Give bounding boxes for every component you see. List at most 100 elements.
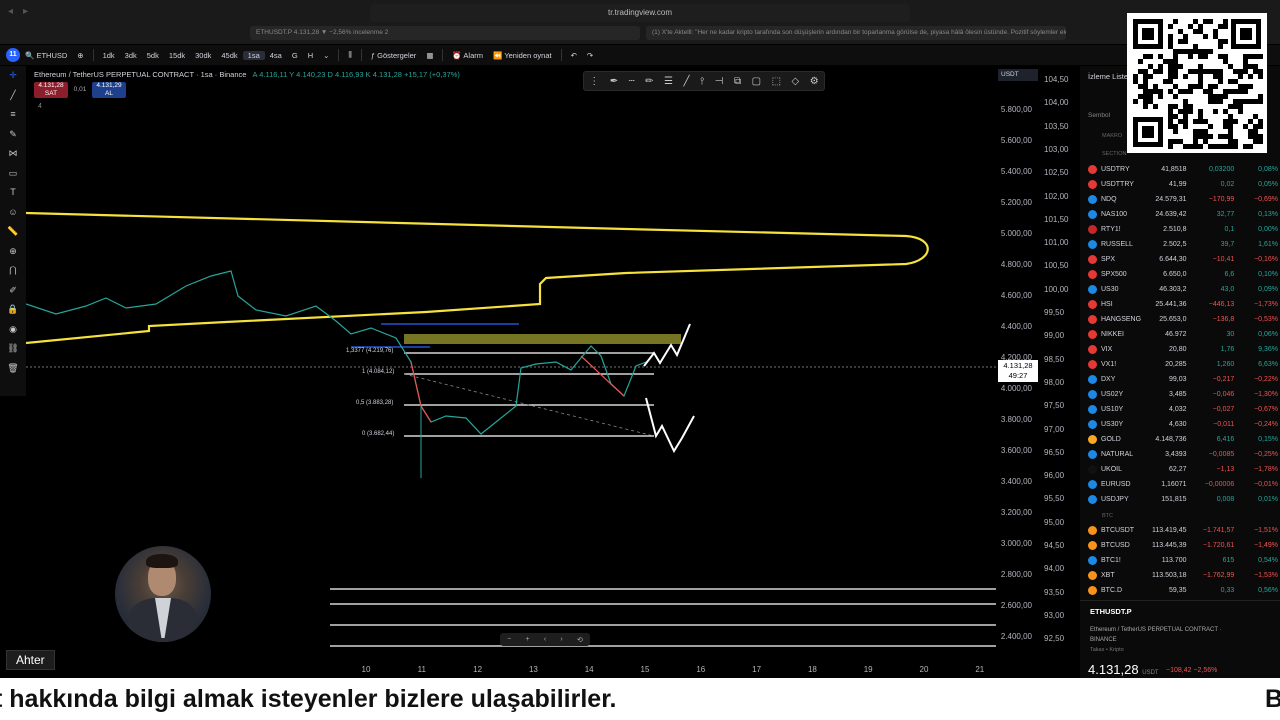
- browser-tab-tradingview[interactable]: ETHUSDT.P 4.131,28 ▼ −2,56% incelenme 2: [250, 26, 640, 40]
- line-icon[interactable]: ╱: [683, 76, 689, 87]
- watchlist-row[interactable]: BTCUSDT 113.419,45 −1.741,57 −1,51%: [1082, 523, 1278, 538]
- watchlist-row[interactable]: US30Y 4,630 −0,011 −0,24%: [1082, 417, 1278, 432]
- magnet-icon[interactable]: ⋂: [0, 261, 26, 281]
- ruler-icon[interactable]: 📏: [0, 222, 26, 242]
- comment-icon[interactable]: ▢: [752, 76, 761, 87]
- layout-icon[interactable]: ▦: [421, 51, 438, 60]
- symbol-search[interactable]: 🔍 ETHUSD: [20, 51, 72, 60]
- watchlist-row[interactable]: SPX 6.644,30 −10,41 −0,16%: [1082, 252, 1278, 267]
- interval-3dk[interactable]: 3dk: [120, 51, 142, 60]
- lock-icon[interactable]: 🔒: [0, 300, 26, 320]
- undo-icon[interactable]: ↶: [566, 51, 582, 60]
- scroll-left-icon[interactable]: ‹: [544, 636, 546, 643]
- replay-button[interactable]: ⏪ Yeniden oynat: [488, 51, 557, 60]
- interval-1dk[interactable]: 1dk: [98, 51, 120, 60]
- alert-icon[interactable]: ◇: [792, 76, 800, 87]
- user-avatar[interactable]: 11: [6, 48, 20, 62]
- address-bar[interactable]: tr.tradingview.com: [370, 4, 910, 22]
- interval-dropdown-icon[interactable]: ⌄: [318, 51, 334, 60]
- zoom-out-icon[interactable]: −: [507, 636, 511, 643]
- reset-icon[interactable]: ⟲: [577, 636, 583, 644]
- brush-icon[interactable]: ✎: [0, 125, 26, 145]
- template-icon[interactable]: ✒: [610, 76, 618, 87]
- watchlist-row[interactable]: US30 46.303,2 43,0 0,09%: [1082, 282, 1278, 297]
- section-header[interactable]: SECTION: [1102, 151, 1126, 157]
- watchlist-row[interactable]: GOLD 4.148,736 6,416 0,15%: [1082, 432, 1278, 447]
- watchlist-row[interactable]: NDQ 24.579,31 −170,99 −0,69%: [1082, 192, 1278, 207]
- text-icon[interactable]: T: [0, 183, 26, 203]
- levels-icon[interactable]: ☰: [664, 76, 673, 87]
- currency-selector[interactable]: USDT: [998, 69, 1038, 81]
- clone-icon[interactable]: ⧉: [734, 76, 741, 87]
- watchlist-row[interactable]: BTC.D 59,35 0,33 0,56%: [1082, 583, 1278, 598]
- watchlist-row[interactable]: BTCUSD 113.445,39 −1.720,61 −1,49%: [1082, 538, 1278, 553]
- watchlist-row[interactable]: USDTTRY 41,99 0,02 0,05%: [1082, 177, 1278, 192]
- link-icon[interactable]: ⛓: [0, 339, 26, 359]
- settings-icon[interactable]: ⚙: [810, 76, 819, 87]
- section-header[interactable]: BTC: [1102, 513, 1113, 519]
- watchlist-row[interactable]: EURUSD 1,16071 −0,00006 −0,01%: [1082, 477, 1278, 492]
- watchlist-row[interactable]: UKOIL 62,27 −1,13 −1,78%: [1082, 462, 1278, 477]
- fib-icon[interactable]: ≡: [0, 105, 26, 125]
- watchlist-row[interactable]: XBT 113.503,18 −1.762,99 −1,53%: [1082, 568, 1278, 583]
- visibility-icon[interactable]: ◉: [0, 320, 26, 340]
- forward-icon[interactable]: ▸: [23, 6, 28, 17]
- browser-tab-x[interactable]: (1) X'te Aktelll: "Her ne kadar kripto t…: [646, 26, 1066, 40]
- shape-icon[interactable]: ▭: [0, 164, 26, 184]
- crop-icon[interactable]: ⬚: [772, 76, 781, 87]
- lock-draw-icon[interactable]: ✐: [0, 281, 26, 301]
- watchlist-row[interactable]: RUSSELL 2.502,5 39,7 1,61%: [1082, 237, 1278, 252]
- back-icon[interactable]: ◂: [8, 6, 13, 17]
- watchlist-row[interactable]: NIKKEI 46.972 30 0,06%: [1082, 327, 1278, 342]
- watchlist-row[interactable]: VIX 20,80 1,76 9,36%: [1082, 342, 1278, 357]
- zoom-icon[interactable]: ⊕: [0, 242, 26, 262]
- indicators-button[interactable]: ƒ Göstergeler: [366, 51, 421, 60]
- legend-collapse-toggle[interactable]: 4: [38, 103, 42, 110]
- trendline-icon[interactable]: ╱: [0, 86, 26, 106]
- alarm-button[interactable]: ⏰ Alarm: [447, 51, 488, 60]
- emoji-icon[interactable]: ☺: [0, 203, 26, 223]
- qr-module: [1223, 19, 1228, 24]
- watchlist-row[interactable]: NAS100 24.639,42 32,77 0,13%: [1082, 207, 1278, 222]
- watchlist-row[interactable]: BTC1! 113.700 615 0,54%: [1082, 553, 1278, 568]
- chart-type-icon[interactable]: ⫼: [343, 50, 356, 60]
- detail-symbol[interactable]: ETHUSDT.P: [1090, 607, 1132, 616]
- drag-handle-icon[interactable]: ⋮: [589, 76, 599, 87]
- scroll-right-icon[interactable]: ›: [560, 636, 562, 643]
- watchlist-row[interactable]: US10Y 4,032 −0,027 −0,67%: [1082, 402, 1278, 417]
- watchlist-row[interactable]: DXY 99,03 −0,217 −0,22%: [1082, 372, 1278, 387]
- sell-button[interactable]: 4.131,28 SAT: [34, 82, 68, 98]
- interval-5dk[interactable]: 5dk: [142, 51, 164, 60]
- watchlist-row[interactable]: USDTRY 41,8518 0,03200 0,08%: [1082, 162, 1278, 177]
- section-header[interactable]: MAKRO: [1102, 133, 1122, 139]
- chart-legend[interactable]: Ethereum / TetherUS PERPETUAL CONTRACT ·…: [34, 70, 460, 79]
- interval-4sa[interactable]: 4sa: [265, 51, 287, 60]
- add-symbol-icon[interactable]: ⊕: [72, 51, 88, 60]
- line-style-icon[interactable]: ┄: [629, 76, 635, 87]
- watchlist-row[interactable]: HANGSENG 25.653,0 −136,8 −0,53%: [1082, 312, 1278, 327]
- watchlist-column-symbol[interactable]: Sembol: [1088, 112, 1110, 119]
- interval-1sa[interactable]: 1sa: [242, 50, 265, 60]
- watchlist-row[interactable]: US02Y 3,485 −0,046 −1,30%: [1082, 387, 1278, 402]
- watchlist-row[interactable]: RTY1! 2.510,8 0,1 0,00%: [1082, 222, 1278, 237]
- horizontal-line-icon[interactable]: ⊣: [715, 76, 724, 87]
- pattern-icon[interactable]: ⋈: [0, 144, 26, 164]
- watchlist-row[interactable]: NATURAL 3,4393 −0,0085 −0,25%: [1082, 447, 1278, 462]
- zoom-in-icon[interactable]: +: [525, 636, 529, 643]
- pencil-icon[interactable]: ✏: [645, 76, 653, 87]
- interval-h[interactable]: H: [303, 51, 318, 60]
- watchlist-row[interactable]: SPX500 6.650,0 6,6 0,10%: [1082, 267, 1278, 282]
- fork-icon[interactable]: ⫯: [700, 76, 704, 87]
- interval-30dk[interactable]: 30dk: [190, 51, 216, 60]
- crosshair-icon[interactable]: ✛: [0, 66, 26, 86]
- watchlist-row[interactable]: USDJPY 151,815 0,008 0,01%: [1082, 492, 1278, 507]
- watchlist-row[interactable]: VX1! 20,285 1,260 6,63%: [1082, 357, 1278, 372]
- interval-15dk[interactable]: 15dk: [164, 51, 190, 60]
- trash-icon[interactable]: 🗑: [0, 359, 26, 379]
- buy-button[interactable]: 4.131,29 AL: [92, 82, 126, 98]
- interval-g[interactable]: G: [287, 51, 303, 60]
- watchlist-row[interactable]: HSI 25.441,36 −446,13 −1,73%: [1082, 297, 1278, 312]
- redo-icon[interactable]: ↷: [582, 51, 598, 60]
- interval-45dk[interactable]: 45dk: [216, 51, 242, 60]
- qr-module: [1218, 79, 1223, 84]
